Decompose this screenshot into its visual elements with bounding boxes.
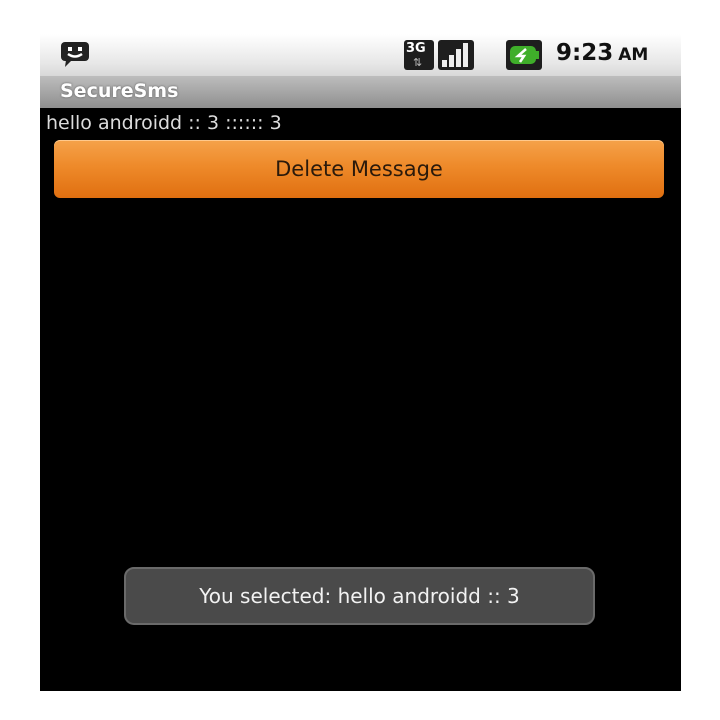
bottom-divider: [40, 688, 681, 691]
toast-notification: You selected: hello androidd :: 3: [124, 567, 595, 625]
clock-ampm: AM: [618, 45, 649, 65]
clock-time: 9:23: [556, 40, 614, 66]
3g-data-icon: 3G ⇅: [404, 40, 434, 70]
battery-charging-icon: [506, 40, 542, 70]
status-clock: 9:23 AM: [556, 40, 648, 66]
app-title: SecureSms: [60, 80, 179, 102]
message-text: hello androidd :: 3 :::::: 3: [46, 112, 282, 134]
sms-notification-icon[interactable]: [60, 40, 90, 68]
phone-screen: 3G ⇅ 9:23 AM SecureSms hello androidd :: …: [40, 34, 681, 688]
data-arrows-icon: ⇅: [413, 56, 423, 69]
toast-text: You selected: hello androidd :: 3: [199, 584, 520, 608]
status-bar: 3G ⇅ 9:23 AM: [40, 34, 681, 76]
delete-message-label: Delete Message: [275, 157, 443, 181]
network-type-label: 3G: [406, 41, 426, 56]
signal-strength-icon: [438, 40, 474, 70]
app-title-bar: SecureSms: [40, 76, 681, 108]
delete-message-button[interactable]: Delete Message: [54, 140, 664, 198]
